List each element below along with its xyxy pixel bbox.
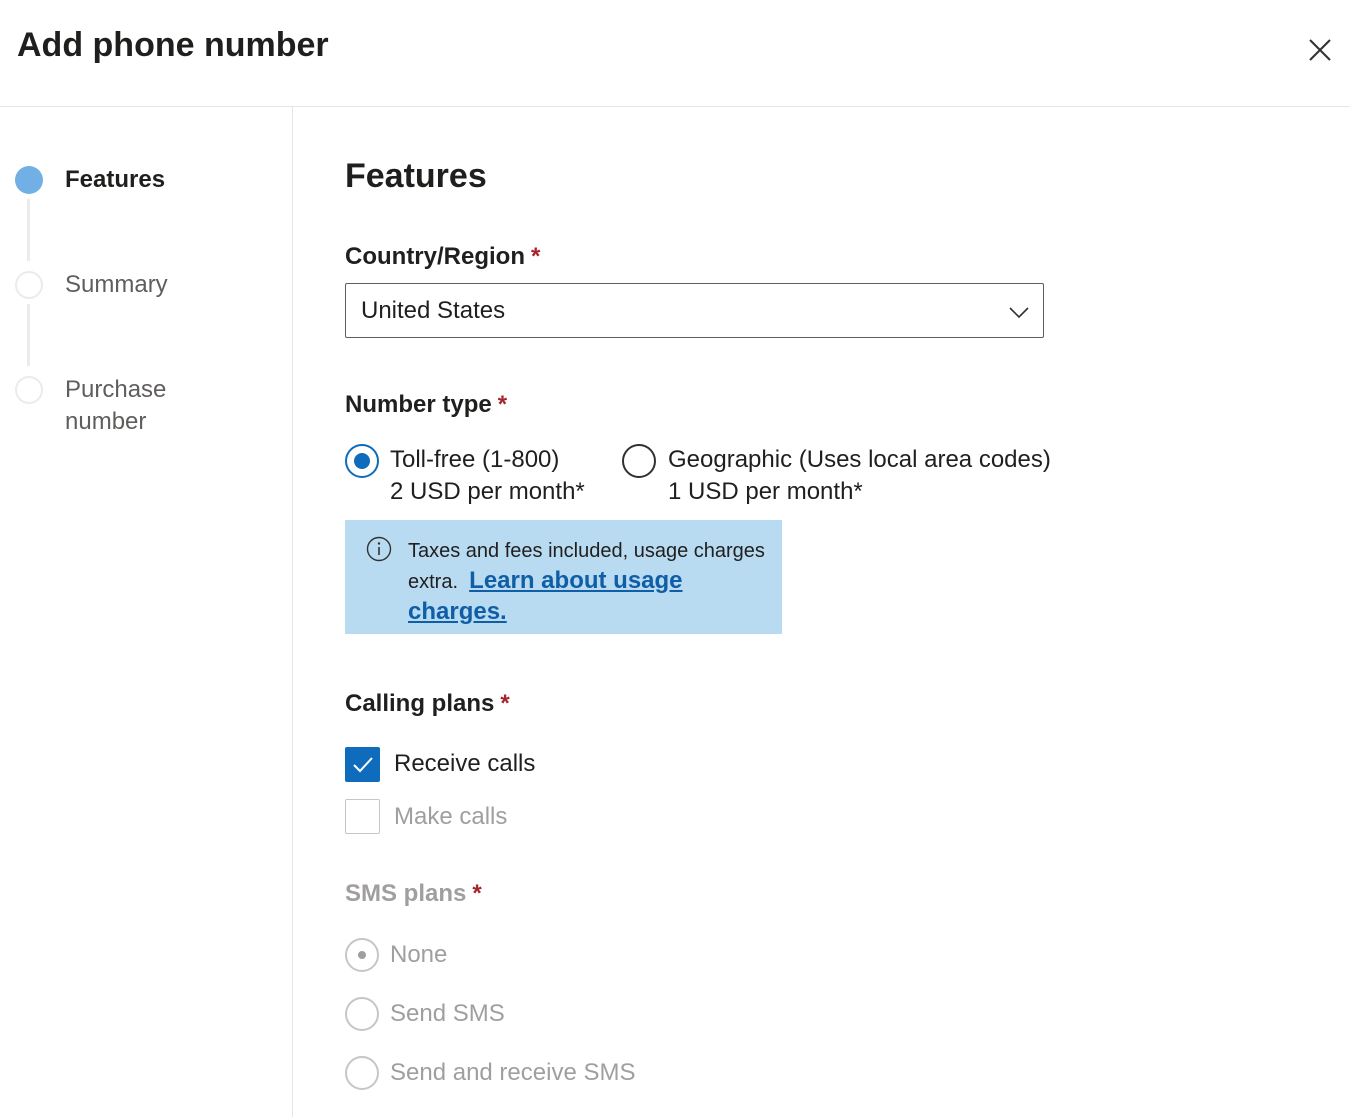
country-dropdown-value: United States [361,297,506,324]
info-message-bar: Taxes and fees included, usage charges e… [345,520,782,634]
sms-plans-label-text: SMS plans [345,880,467,907]
toll-free-label: Toll-free (1-800) [390,446,560,473]
dialog-title: Add phone number [17,26,329,64]
chevron-down-icon [1009,307,1029,319]
step-summary-indicator [15,271,43,299]
geographic-option[interactable]: Geographic (Uses local area codes) 1 USD… [668,444,1051,508]
send-sms-label[interactable]: Send SMS [390,998,505,1030]
required-marker: * [497,391,508,418]
step-purchase-indicator [15,376,43,404]
country-dropdown[interactable]: United States [345,283,1044,338]
info-text: Taxes and fees included, usage charges e… [408,537,768,628]
send-receive-sms-radio[interactable] [345,1056,379,1090]
calling-plans-label-text: Calling plans [345,690,495,717]
step-summary[interactable]: Summary [65,269,265,301]
country-label-text: Country/Region [345,243,525,270]
receive-calls-checkbox[interactable] [345,747,380,782]
sms-none-label[interactable]: None [390,939,447,971]
info-icon [366,536,392,562]
required-marker: * [500,690,510,717]
geographic-radio[interactable] [622,444,656,478]
wizard-steps: Features Summary Purchase number [0,107,293,1117]
number-type-label-text: Number type [345,391,492,418]
send-receive-sms-label[interactable]: Send and receive SMS [390,1057,635,1089]
required-marker: * [531,243,541,270]
country-label: Country/Region * [345,243,540,271]
sms-none-radio[interactable] [345,938,379,972]
step-features-indicator [15,166,43,194]
receive-calls-label[interactable]: Receive calls [394,750,535,778]
send-sms-radio[interactable] [345,997,379,1031]
toll-free-radio[interactable] [345,444,379,478]
toll-free-option[interactable]: Toll-free (1-800) 2 USD per month* [390,444,585,508]
section-title: Features [345,157,487,195]
step-features[interactable]: Features [65,164,265,196]
sms-plans-label: SMS plans * [345,880,482,908]
checkmark-icon [353,757,373,773]
step-connector [27,199,30,261]
required-marker: * [472,880,482,907]
calling-plans-label: Calling plans * [345,690,510,718]
close-icon [1309,39,1331,61]
step-connector [27,304,30,366]
geographic-label: Geographic (Uses local area codes) [668,446,1051,473]
make-calls-label[interactable]: Make calls [394,803,507,831]
number-type-label: Number type * [345,391,507,419]
close-button[interactable] [1303,33,1337,67]
geographic-price: 1 USD per month* [668,478,863,505]
dialog-header: Add phone number [0,0,1350,107]
make-calls-checkbox[interactable] [345,799,380,834]
step-purchase-number[interactable]: Purchase number [65,374,205,438]
toll-free-price: 2 USD per month* [390,478,585,505]
